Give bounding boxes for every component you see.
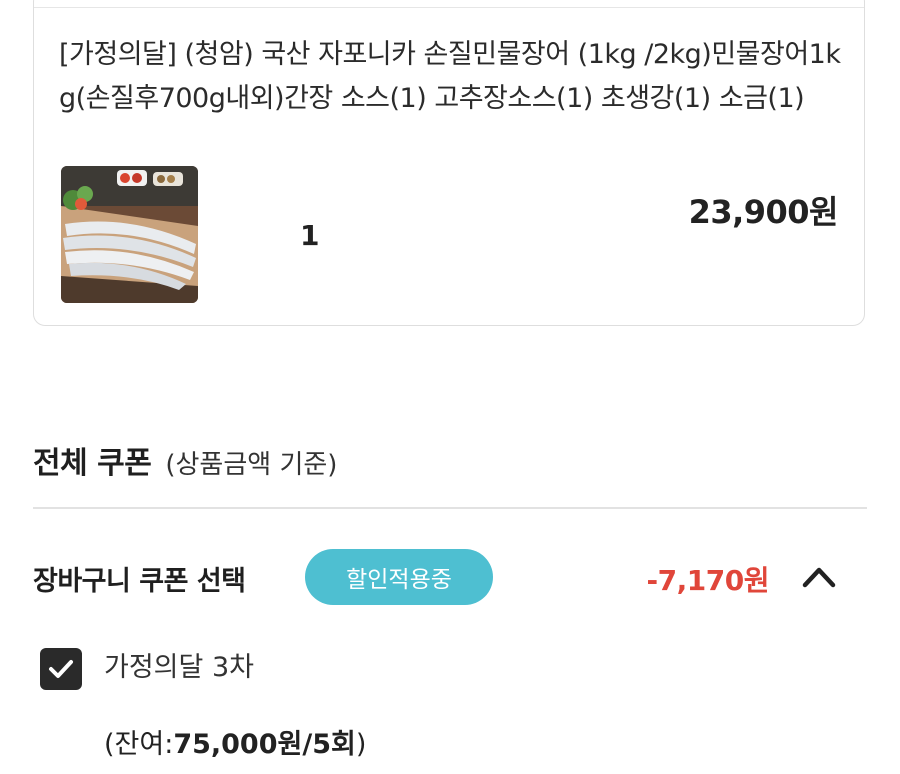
card-divider xyxy=(34,7,864,8)
remaining-suffix: ) xyxy=(355,729,367,760)
eel-dish-image xyxy=(61,166,198,303)
check-icon xyxy=(49,660,73,678)
coupon-section-heading: 전체 쿠폰 (상품금액 기준) xyxy=(33,438,337,482)
coupon-checkbox[interactable] xyxy=(40,648,82,690)
product-card: [가정의달] (청암) 국산 자포니카 손질민물장어 (1kg /2kg)민물장… xyxy=(33,0,865,326)
coupon-remaining: (잔여:75,000원/5회) xyxy=(104,722,366,761)
discount-amount: -7,170원 xyxy=(646,564,770,597)
product-title[interactable]: [가정의달] (청암) 국산 자포니카 손질민물장어 (1kg /2kg)민물장… xyxy=(59,33,849,121)
coupon-section-subtitle: (상품금액 기준) xyxy=(165,450,338,480)
chevron-up-icon[interactable] xyxy=(801,561,837,591)
remaining-prefix: (잔여: xyxy=(104,729,174,760)
cart-coupon-row[interactable]: 장바구니 쿠폰 선택 할인적용중 -7,170원 xyxy=(33,547,867,607)
cart-coupon-label: 장바구니 쿠폰 선택 xyxy=(33,566,246,597)
product-price: 23,900원 xyxy=(688,193,839,231)
quantity-value: 1 xyxy=(300,219,320,252)
discount-applied-badge: 할인적용중 xyxy=(305,549,493,605)
remaining-value: 75,000원/5회 xyxy=(173,729,356,760)
section-divider xyxy=(33,507,867,509)
coupon-section-title: 전체 쿠폰 xyxy=(33,446,152,481)
coupon-option-label: 가정의달 3차 xyxy=(104,651,254,683)
coupon-option[interactable]: 가정의달 3차 xyxy=(40,648,254,690)
product-image[interactable] xyxy=(61,166,198,303)
